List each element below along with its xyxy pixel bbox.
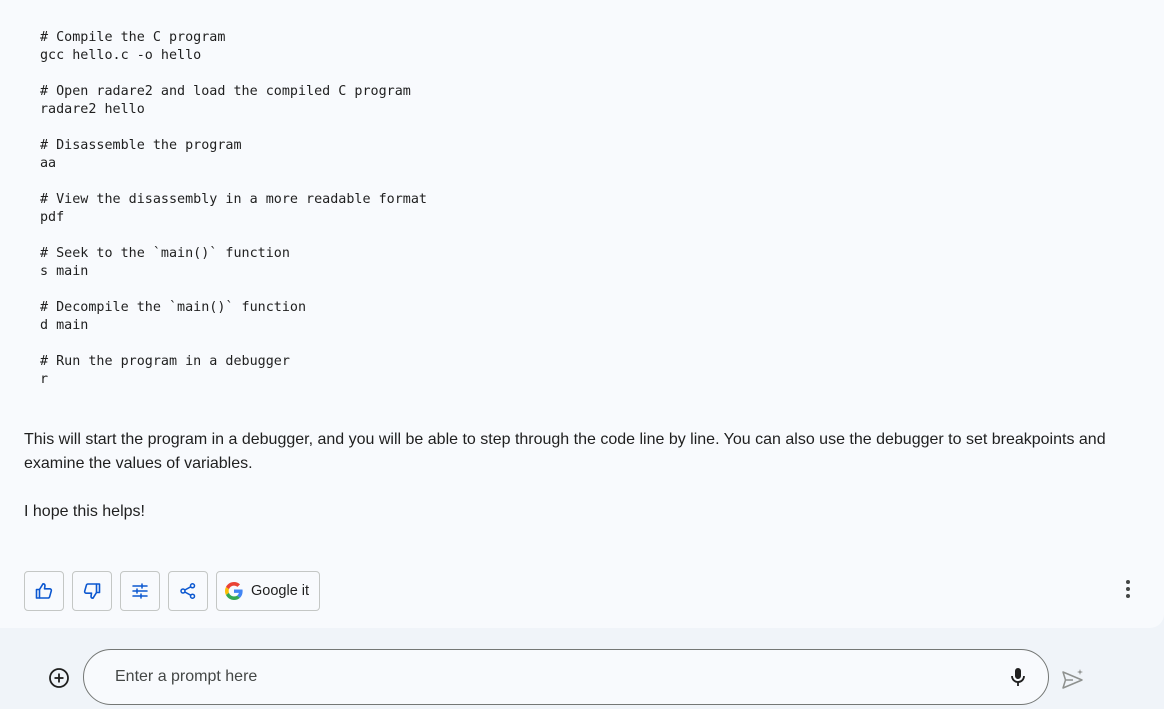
send-button[interactable] bbox=[1060, 667, 1086, 693]
code-command: r bbox=[40, 372, 49, 387]
code-comment: # Decompile the `main()` function bbox=[40, 300, 307, 315]
code-group: # Decompile the `main()` function d main bbox=[40, 299, 427, 335]
code-group: # Compile the C program gcc hello.c -o h… bbox=[40, 29, 427, 65]
code-block: # Compile the C program gcc hello.c -o h… bbox=[40, 29, 427, 407]
code-group: # View the disassembly in a more readabl… bbox=[40, 191, 427, 227]
more-vertical-icon bbox=[1126, 580, 1130, 598]
tune-icon bbox=[132, 583, 148, 599]
prompt-area bbox=[0, 628, 1164, 709]
send-icon bbox=[1062, 669, 1083, 689]
response-card: # Compile the C program gcc hello.c -o h… bbox=[0, 0, 1164, 628]
prompt-input[interactable] bbox=[115, 664, 975, 690]
code-command: s main bbox=[40, 264, 89, 279]
code-command: pdf bbox=[40, 210, 65, 225]
code-comment: # Open radare2 and load the compiled C p… bbox=[40, 84, 411, 99]
add-circle-icon bbox=[49, 668, 69, 688]
google-g-icon bbox=[225, 582, 243, 600]
code-comment: # Compile the C program bbox=[40, 30, 226, 45]
code-comment: # View the disassembly in a more readabl… bbox=[40, 192, 427, 207]
prompt-box bbox=[83, 649, 1049, 705]
thumbs-up-icon bbox=[35, 583, 53, 599]
code-group: # Disassemble the program aa bbox=[40, 137, 427, 173]
add-button[interactable] bbox=[47, 666, 71, 690]
share-icon bbox=[180, 583, 196, 599]
code-comment: # Run the program in a debugger bbox=[40, 354, 290, 369]
code-comment: # Disassemble the program bbox=[40, 138, 242, 153]
code-group: # Seek to the `main()` function s main bbox=[40, 245, 427, 281]
code-command: gcc hello.c -o hello bbox=[40, 48, 202, 63]
thumbs-up-button[interactable] bbox=[24, 571, 64, 611]
code-command: d main bbox=[40, 318, 89, 333]
code-group: # Run the program in a debugger r bbox=[40, 353, 427, 389]
response-action-bar: Google it bbox=[24, 571, 321, 611]
more-options-button[interactable] bbox=[1114, 575, 1142, 603]
response-closing: I hope this helps! bbox=[24, 503, 145, 520]
microphone-button[interactable] bbox=[1006, 665, 1030, 689]
code-comment: # Seek to the `main()` function bbox=[40, 246, 290, 261]
code-command: radare2 hello bbox=[40, 102, 145, 117]
google-it-label: Google it bbox=[251, 583, 310, 599]
share-button[interactable] bbox=[168, 571, 208, 611]
thumbs-down-button[interactable] bbox=[72, 571, 112, 611]
code-command: aa bbox=[40, 156, 57, 171]
google-it-button[interactable]: Google it bbox=[216, 571, 321, 611]
microphone-icon bbox=[1011, 668, 1025, 686]
response-paragraph: This will start the program in a debugge… bbox=[24, 431, 1106, 472]
thumbs-down-icon bbox=[83, 583, 101, 599]
modify-response-button[interactable] bbox=[120, 571, 160, 611]
code-group: # Open radare2 and load the compiled C p… bbox=[40, 83, 427, 119]
